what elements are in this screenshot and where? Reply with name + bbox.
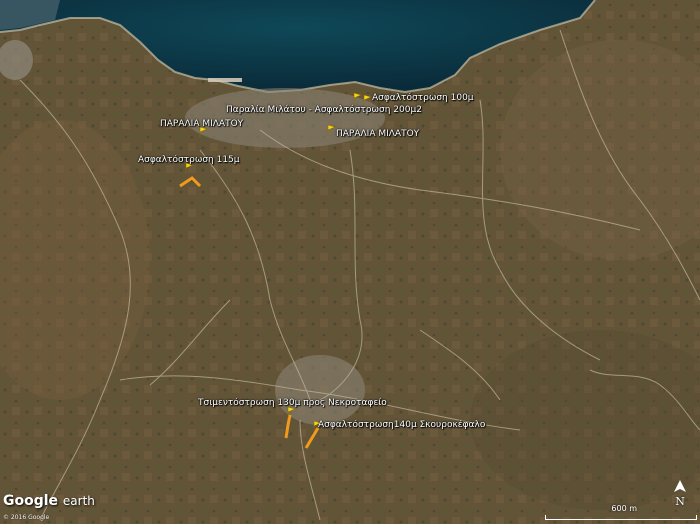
scale-bar-line — [545, 515, 697, 520]
label-asfalt-140m[interactable]: Ασφαλτόστρωση140μ Σκουροκέφαλο — [318, 420, 485, 431]
label-asfalt-100m[interactable]: Ασφαλτόστρωση 100μ — [372, 93, 474, 104]
copyright-text: © 2016 Google — [3, 514, 50, 521]
label-paralia-milatou-asfalt[interactable]: Παραλία Μιλάτου - Ασφαλτόστρωση 200μ2 — [226, 105, 422, 116]
label-paralia-milatou-left[interactable]: ΠΑΡΑΛΙΑ ΜΙΛΑΤΟΥ — [160, 119, 243, 130]
breakwater — [208, 78, 242, 82]
label-asfalt-115m[interactable]: Ασφαλτόστρωση 115μ — [138, 155, 240, 166]
compass[interactable]: N — [672, 480, 688, 510]
scale-label: 600 m — [611, 504, 637, 513]
label-paralia-milatou-right[interactable]: ΠΑΡΑΛΙΑ ΜΙΛΑΤΟΥ — [336, 129, 419, 140]
logo-google-text: Google — [3, 493, 59, 509]
compass-label: N — [675, 495, 685, 508]
terrain-imagery — [0, 0, 700, 524]
north-arrow-icon — [674, 480, 686, 492]
label-tsimento-130m[interactable]: Τσιμεντόστρωση 130μ προς Νεκροταφείο — [198, 398, 387, 409]
logo-earth-text: earth — [62, 494, 95, 508]
placemark-pin-icon[interactable] — [352, 92, 362, 104]
scale-bar: 600 m — [545, 504, 697, 520]
satellite-map[interactable]: Ασφαλτόστρωση 100μ Παραλία Μιλάτου - Ασφ… — [0, 0, 700, 524]
google-earth-logo: Google earth — [3, 493, 95, 509]
placemark-pin-icon[interactable] — [326, 124, 336, 136]
